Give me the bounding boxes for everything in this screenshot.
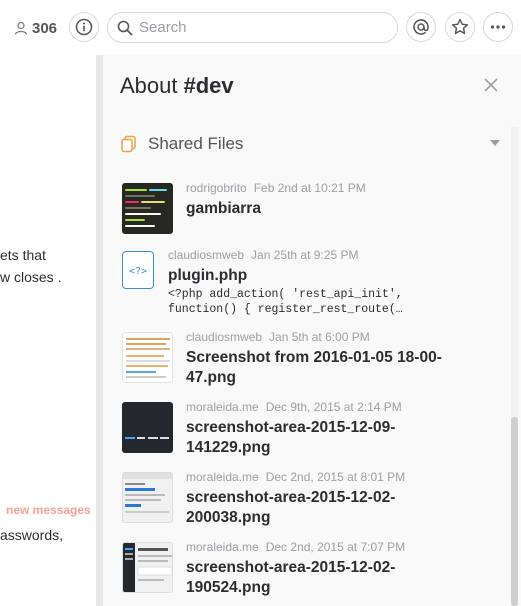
file-author[interactable]: claudiosmweb bbox=[186, 330, 262, 344]
file-timestamp[interactable]: Dec 2nd, 2015 at 8:01 PM bbox=[266, 470, 405, 484]
message-text: asswords, bbox=[0, 527, 64, 543]
chevron-down-icon[interactable] bbox=[490, 140, 500, 146]
code-icon: <?> bbox=[129, 266, 147, 277]
file-meta: moraleida.me Dec 2nd, 2015 at 7:07 PM bbox=[186, 540, 405, 554]
at-sign-icon bbox=[413, 19, 429, 35]
search-icon bbox=[117, 20, 133, 35]
search-box[interactable] bbox=[107, 12, 398, 43]
pane-title: About #dev bbox=[120, 73, 234, 99]
file-meta: moraleida.me Dec 9th, 2015 at 2:14 PM bbox=[186, 400, 402, 414]
svg-text:<?>: <?> bbox=[129, 266, 147, 277]
file-author[interactable]: rodrigobrito bbox=[186, 181, 247, 195]
info-icon bbox=[75, 18, 93, 36]
file-meta: moraleida.me Dec 2nd, 2015 at 8:01 PM bbox=[186, 470, 405, 484]
file-author[interactable]: moraleida.me bbox=[186, 400, 259, 414]
message-text: ets that bbox=[0, 247, 46, 263]
php-file-icon[interactable]: <?> bbox=[122, 251, 154, 289]
files-icon bbox=[121, 135, 136, 153]
message-text: w closes . bbox=[0, 269, 62, 285]
file-timestamp[interactable]: Dec 2nd, 2015 at 7:07 PM bbox=[266, 540, 405, 554]
file-timestamp[interactable]: Jan 5th at 6:00 PM bbox=[269, 330, 370, 344]
file-thumbnail[interactable] bbox=[122, 472, 173, 523]
message-pane: ets that w closes . new messages assword… bbox=[0, 55, 96, 606]
mentions-button[interactable] bbox=[406, 12, 436, 42]
shared-files-section-header[interactable]: Shared Files bbox=[120, 131, 500, 157]
file-name[interactable]: gambiarra bbox=[186, 199, 476, 219]
file-meta: claudiosmweb Jan 25th at 9:25 PM bbox=[168, 248, 358, 262]
screenshot-preview bbox=[123, 473, 172, 513]
star-channel-button[interactable] bbox=[445, 12, 475, 42]
pane-scrollbar-thumb[interactable] bbox=[511, 417, 518, 606]
more-icon bbox=[490, 25, 506, 29]
file-author[interactable]: claudiosmweb bbox=[168, 248, 244, 262]
search-input[interactable] bbox=[139, 19, 379, 36]
close-icon[interactable] bbox=[483, 77, 499, 93]
channel-header: 306 bbox=[0, 0, 521, 54]
file-thumbnail[interactable] bbox=[122, 402, 173, 453]
file-name[interactable]: screenshot-area-2015-12-02-190524.png bbox=[186, 558, 476, 597]
document-preview bbox=[126, 338, 170, 378]
file-thumbnail[interactable] bbox=[122, 332, 173, 383]
channel-info-button[interactable] bbox=[69, 12, 99, 42]
file-author[interactable]: moraleida.me bbox=[186, 470, 259, 484]
file-timestamp[interactable]: Jan 25th at 9:25 PM bbox=[251, 248, 358, 262]
person-icon bbox=[14, 21, 28, 35]
file-thumbnail[interactable] bbox=[122, 542, 173, 593]
file-name[interactable]: Screenshot from 2016-01-05 18-00-47.png bbox=[186, 348, 476, 387]
file-name[interactable]: screenshot-area-2015-12-09-141229.png bbox=[186, 418, 476, 457]
file-name[interactable]: plugin.php bbox=[168, 266, 458, 286]
more-actions-button[interactable] bbox=[483, 12, 513, 42]
shared-files-label: Shared Files bbox=[148, 134, 244, 153]
file-name[interactable]: screenshot-area-2015-12-02-200038.png bbox=[186, 488, 476, 527]
file-timestamp[interactable]: Feb 2nd at 10:21 PM bbox=[254, 181, 366, 195]
file-thumbnail[interactable] bbox=[122, 183, 173, 234]
file-timestamp[interactable]: Dec 9th, 2015 at 2:14 PM bbox=[266, 400, 402, 414]
new-messages-divider[interactable]: new messages bbox=[6, 503, 91, 517]
member-count-button[interactable]: 306 bbox=[14, 18, 57, 38]
screenshot-preview bbox=[125, 437, 169, 439]
file-meta: claudiosmweb Jan 5th at 6:00 PM bbox=[186, 330, 370, 344]
channel-name: #dev bbox=[183, 73, 234, 98]
code-snippet: <?php add_action( 'rest_api_init', funct… bbox=[168, 288, 403, 316]
screenshot-preview bbox=[123, 543, 172, 592]
pane-title-prefix: About bbox=[120, 73, 178, 98]
channel-details-pane: About #dev Shared Files rodrigobrito Feb 2… bbox=[102, 55, 521, 606]
file-author[interactable]: moraleida.me bbox=[186, 540, 259, 554]
star-icon bbox=[451, 18, 469, 35]
file-meta: rodrigobrito Feb 2nd at 10:21 PM bbox=[186, 181, 366, 195]
member-count: 306 bbox=[32, 19, 58, 37]
